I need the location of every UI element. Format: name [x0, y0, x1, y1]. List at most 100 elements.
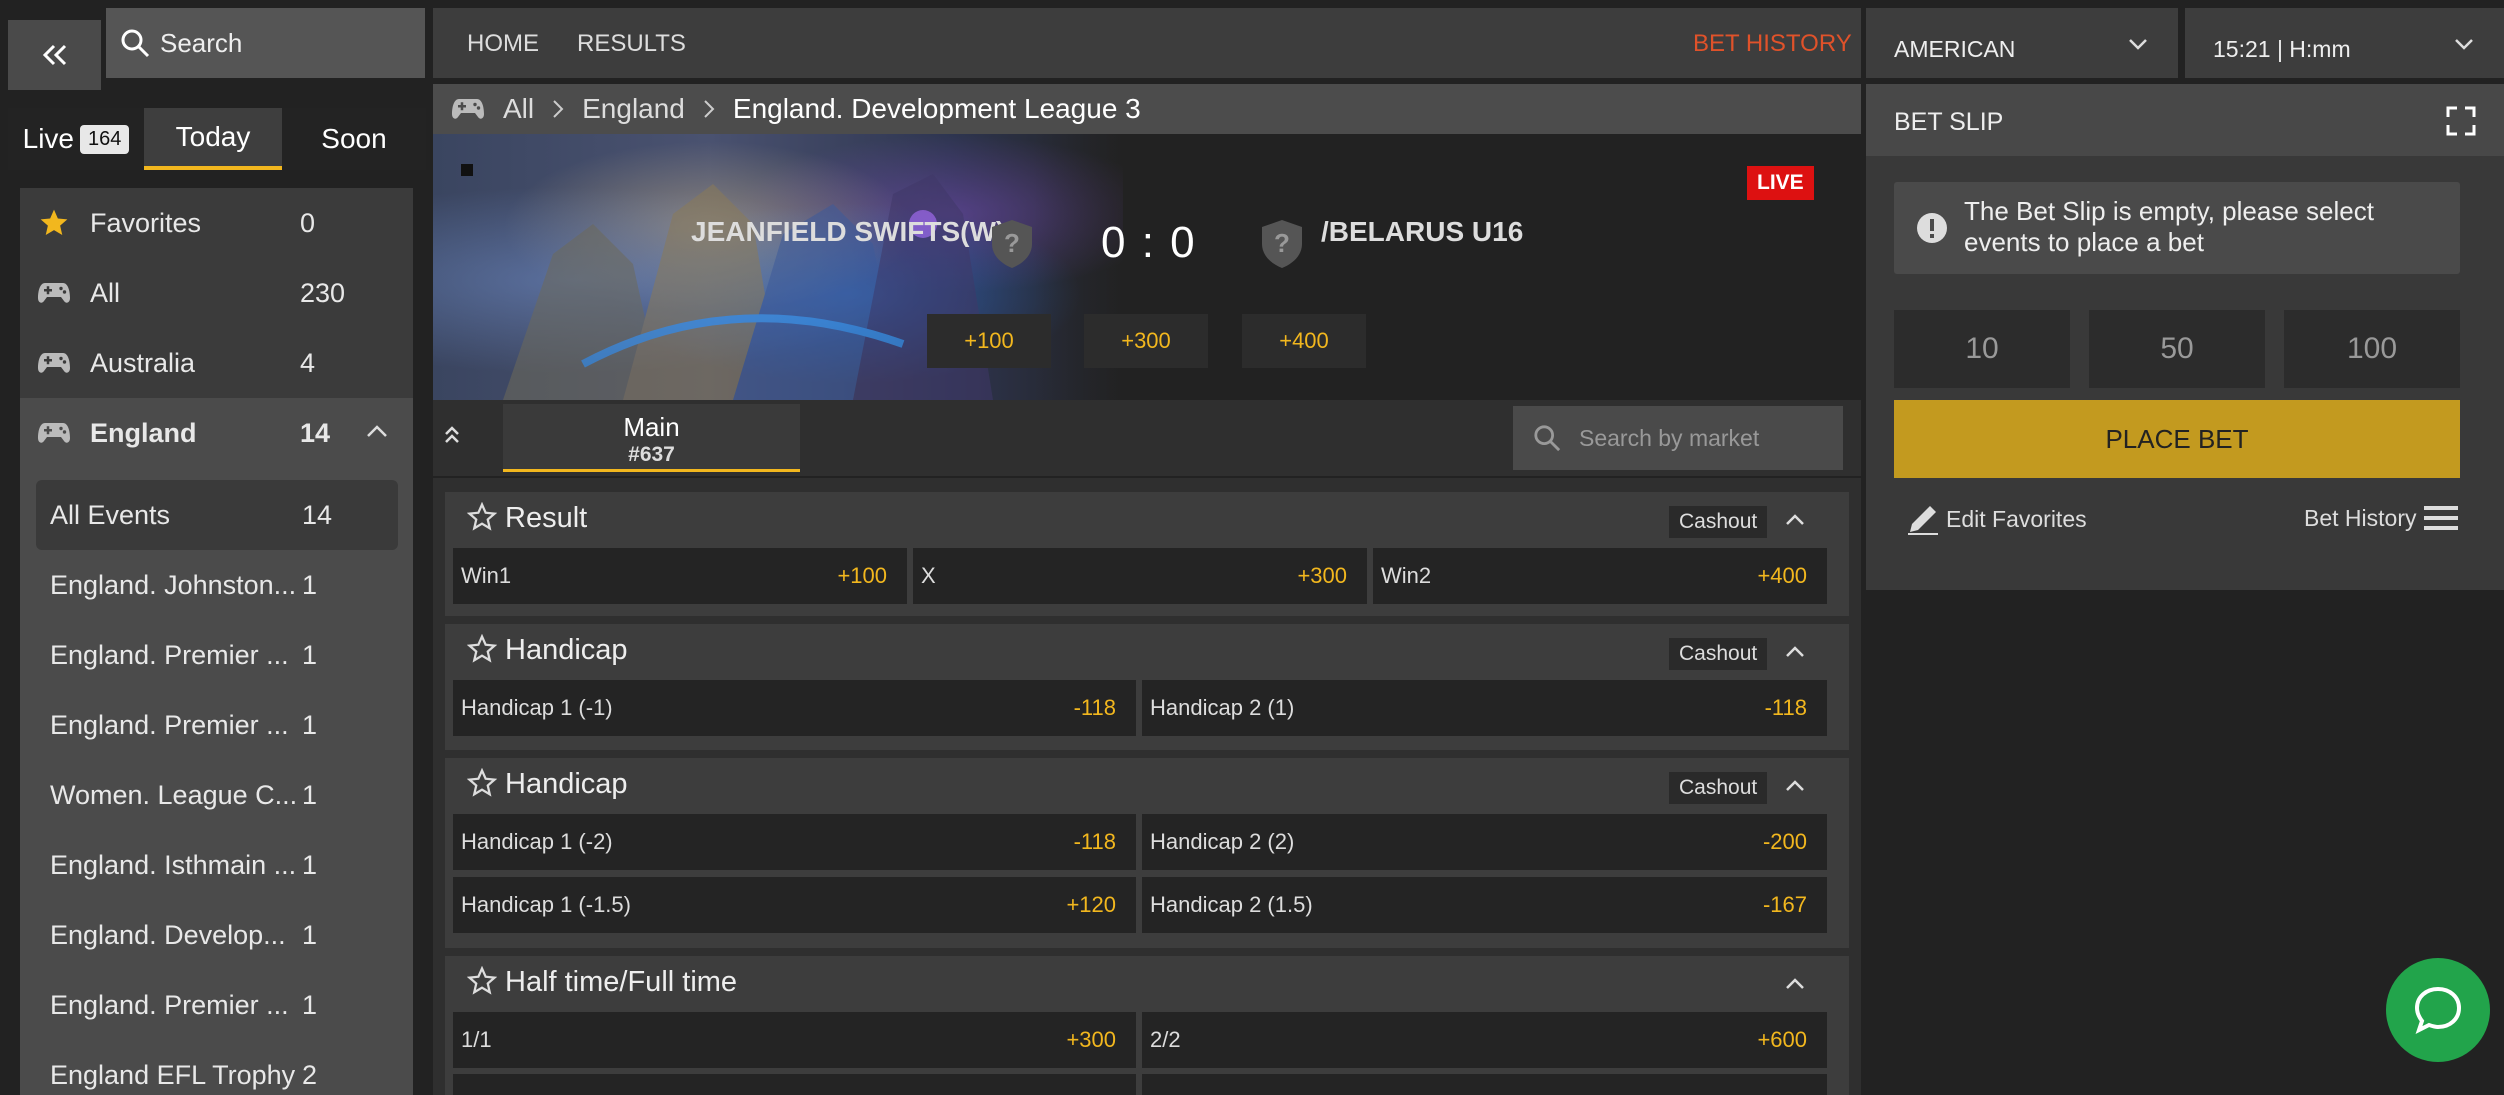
subleague-count: 14 — [302, 499, 333, 530]
odds-format-select[interactable]: AMERICAN — [1866, 8, 2178, 78]
match-score: 0 : 0 — [1101, 218, 1197, 267]
odd-value: +300 — [1297, 563, 1347, 588]
double-chevron-up-icon[interactable] — [443, 424, 461, 446]
odd-button[interactable]: Handicap 1 (-1.5) +120 — [453, 877, 1136, 933]
market-tab-bar: Main #637 Search by market — [433, 400, 1861, 476]
live-badge: LIVE — [1747, 166, 1814, 200]
header-odd-win2[interactable]: +400 — [1242, 314, 1366, 368]
edit-favorites-button[interactable]: Edit Favorites — [1906, 502, 2087, 536]
collapse-sidebar-button[interactable] — [8, 20, 101, 90]
header-odd-draw[interactable]: +300 — [1084, 314, 1208, 368]
sidebar-item-england[interactable]: England 14 — [20, 398, 413, 468]
odd-button[interactable]: 2/2 +600 — [1142, 1012, 1827, 1068]
star-outline-icon[interactable] — [467, 502, 497, 532]
star-outline-icon[interactable] — [467, 634, 497, 664]
subleague-count: 1 — [302, 779, 318, 810]
live-count-badge: 164 — [80, 124, 130, 154]
odd-value: +120 — [1066, 892, 1116, 917]
tab-live[interactable]: Live 164 — [8, 108, 144, 170]
sidebar-item-australia[interactable]: Australia 4 — [20, 328, 413, 398]
chevron-up-icon[interactable] — [366, 424, 388, 438]
subleague-item[interactable]: England. Develop... 1 — [20, 900, 413, 970]
gamepad-icon — [36, 275, 72, 311]
chevron-right-icon — [703, 99, 715, 119]
breadcrumb-all[interactable]: All — [503, 93, 534, 125]
odd-button[interactable]: Handicap 1 (-2) -118 — [453, 814, 1136, 870]
subleague-item[interactable]: England. Isthmain ... 1 — [20, 830, 413, 900]
bet-history-button[interactable]: Bet History — [2304, 504, 2459, 532]
odd-label: Handicap 2 (1.5) — [1150, 892, 1313, 917]
nav-results-link[interactable]: RESULTS — [577, 30, 686, 58]
tab-main[interactable]: Main #637 — [503, 404, 800, 472]
chevron-up-icon[interactable] — [1785, 514, 1805, 526]
expand-icon[interactable] — [2446, 106, 2476, 136]
search-icon — [121, 29, 150, 58]
cashout-badge[interactable]: Cashout — [1669, 638, 1768, 670]
place-bet-button[interactable]: PLACE BET — [1894, 400, 2460, 478]
tab-main-label: Main — [623, 412, 680, 442]
chevron-up-icon[interactable] — [1785, 978, 1805, 990]
stake-50-button[interactable]: 50 — [2089, 310, 2265, 388]
england-subleague-list: All Events 14 England. Johnston... 1 Eng… — [20, 468, 413, 1095]
subleague-item[interactable]: England. Premier ... 1 — [20, 970, 413, 1040]
tab-today[interactable]: Today — [144, 108, 282, 170]
breadcrumb-england[interactable]: England — [582, 93, 685, 125]
odd-button[interactable]: Handicap 2 (2) -200 — [1142, 814, 1827, 870]
subleague-item[interactable]: Women. League C... 1 — [20, 760, 413, 830]
subleague-item[interactable]: England. Premier ... 1 — [20, 620, 413, 690]
header-odd-win1[interactable]: +100 — [927, 314, 1051, 368]
chevron-up-icon[interactable] — [1785, 646, 1805, 658]
market-result: Result Cashout Win1 +100 X +300 Win2 +40… — [445, 492, 1849, 616]
sport-time-tabs: Live 164 Today Soon — [8, 108, 426, 170]
chat-button[interactable] — [2386, 958, 2490, 1062]
nav-home-link[interactable]: HOME — [467, 30, 539, 58]
cashout-badge[interactable]: Cashout — [1669, 772, 1768, 804]
market-half-full-time: Half time/Full time 1/1 +300 2/2 +600 — [445, 956, 1849, 1095]
subleague-item[interactable]: England. Johnston... 1 — [20, 550, 413, 620]
subleague-item[interactable]: England. Premier ... 1 — [20, 690, 413, 760]
subleague-label: England. Premier ... — [50, 639, 289, 670]
sidebar-item-label: England — [90, 417, 197, 448]
odd-label: Handicap 2 (1) — [1150, 695, 1295, 720]
odd-value: +100 — [837, 563, 887, 588]
subleague-count: 1 — [302, 849, 318, 880]
market-search-input[interactable]: Search by market — [1513, 406, 1843, 470]
odd-button[interactable]: Handicap 2 (1.5) -167 — [1142, 877, 1827, 933]
odd-button-partial[interactable] — [453, 1074, 1136, 1095]
market-handicap: Handicap Cashout Handicap 1 (-2) -118 Ha… — [445, 758, 1849, 948]
star-outline-icon[interactable] — [467, 768, 497, 798]
odd-button[interactable]: Handicap 2 (1) -118 — [1142, 680, 1827, 736]
chevron-right-icon — [552, 99, 564, 119]
chevron-down-icon — [2454, 38, 2474, 50]
subleague-item[interactable]: England EFL Trophy 2 — [20, 1040, 413, 1095]
odd-button[interactable]: X +300 — [913, 548, 1367, 604]
sidebar-item-all[interactable]: All 230 — [20, 258, 413, 328]
star-outline-icon[interactable] — [467, 966, 497, 996]
bet-slip-panel: BET SLIP The Bet Slip is empty, please s… — [1866, 84, 2504, 590]
subleague-item-all-events[interactable]: All Events 14 — [36, 480, 398, 550]
subleague-label: England. Isthmain ... — [50, 849, 297, 880]
odd-button[interactable]: Win1 +100 — [453, 548, 907, 604]
empty-message-text: The Bet Slip is empty, please select eve… — [1964, 196, 2374, 257]
tab-soon[interactable]: Soon — [282, 108, 426, 170]
cashout-badge[interactable]: Cashout — [1669, 506, 1768, 538]
stake-100-button[interactable]: 100 — [2284, 310, 2460, 388]
stake-10-button[interactable]: 10 — [1894, 310, 2070, 388]
chevron-up-icon[interactable] — [1785, 780, 1805, 792]
sidebar-item-label: All — [90, 277, 121, 308]
sidebar-item-count: 4 — [300, 347, 316, 378]
odd-button[interactable]: 1/1 +300 — [453, 1012, 1136, 1068]
odd-button-partial[interactable] — [1142, 1074, 1827, 1095]
odd-button[interactable]: Win2 +400 — [1373, 548, 1827, 604]
chevron-down-icon — [2128, 38, 2148, 50]
odd-label: X — [921, 563, 936, 588]
odd-value: -118 — [1764, 695, 1807, 720]
nav-bet-history-link[interactable]: BET HISTORY — [1693, 30, 1852, 58]
tab-today-label: Today — [175, 121, 251, 152]
odd-button[interactable]: Handicap 1 (-1) -118 — [453, 680, 1136, 736]
sidebar-search[interactable]: Search — [106, 8, 425, 78]
team2-shield-icon: ? — [1259, 218, 1305, 270]
search-label: Search — [160, 27, 243, 58]
sidebar-item-favorites[interactable]: Favorites 0 — [20, 188, 413, 258]
time-format-select[interactable]: 15:21 | H:mm — [2185, 8, 2504, 78]
